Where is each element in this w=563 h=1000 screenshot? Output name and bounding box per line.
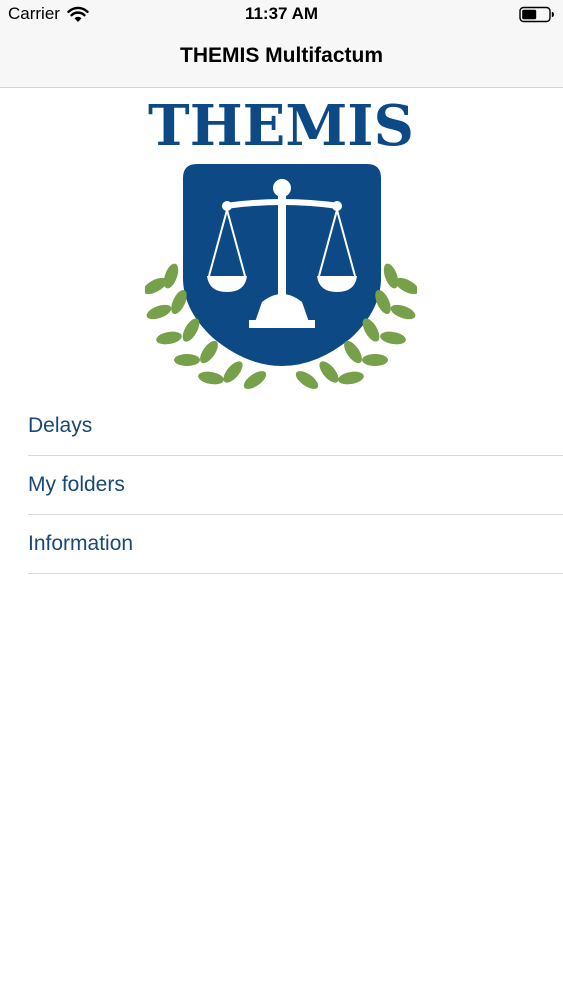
menu-item-my-folders[interactable]: My folders [28, 456, 563, 515]
battery-icon [519, 6, 554, 23]
themis-logo: THEMIS [145, 98, 417, 389]
status-bar: Carrier 11:37 AM [0, 0, 563, 30]
logo-wordmark: THEMIS [148, 98, 414, 159]
menu-item-label: My folders [28, 473, 125, 496]
menu-item-label: Delays [28, 414, 93, 437]
navigation-bar: THEMIS Multifactum [0, 30, 563, 88]
app-screen: Carrier 11:37 AM THEMIS Multifactum THEM… [0, 0, 563, 1000]
menu-item-label: Information [28, 532, 134, 555]
menu-item-delays[interactable]: Delays [28, 397, 563, 456]
status-time: 11:37 AM [244, 4, 319, 23]
nav-title: THEMIS Multifactum [180, 44, 383, 67]
main-menu: Delays My folders Information [28, 397, 563, 574]
menu-item-information[interactable]: Information [28, 515, 563, 574]
